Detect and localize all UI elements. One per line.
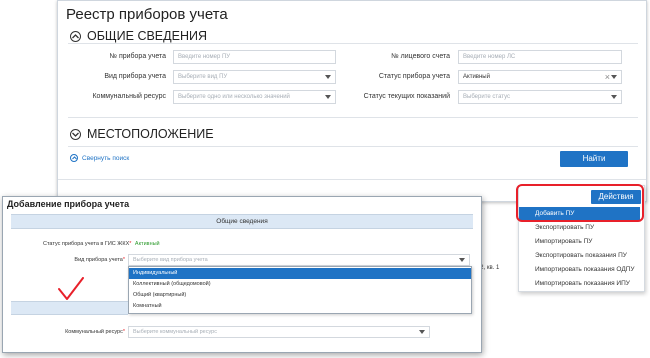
page-title: Реестр приборов учета — [66, 6, 228, 23]
account-input[interactable]: Введите номер ЛС — [458, 50, 622, 64]
type-dropdown: Индивидуальный Коллективный (общедомовой… — [128, 266, 472, 314]
chevron-down-icon — [325, 75, 331, 79]
required-marker: * — [129, 241, 132, 247]
meter-number-input[interactable]: Введите номер ПУ — [173, 50, 336, 64]
second-band — [11, 301, 128, 315]
status-value: Активный — [463, 74, 490, 80]
resource-placeholder: Выберите одно или несколько значений — [178, 94, 290, 100]
collapse-search-label: Свернуть поиск — [82, 154, 130, 162]
readings-status-placeholder: Выберите статус — [463, 94, 511, 100]
divider — [58, 179, 646, 180]
dialog-resource-placeholder: Выберите коммунальный ресурс — [133, 329, 217, 335]
chevron-down-icon — [325, 95, 331, 99]
chevron-up-icon — [70, 154, 78, 162]
check-mark-icon — [58, 277, 84, 300]
meter-registry-window: Реестр приборов учета ОБЩИЕ СВЕДЕНИЯ № п… — [57, 0, 647, 202]
dialog-resource-select[interactable]: Выберите коммунальный ресурс — [128, 326, 430, 338]
chevron-up-icon — [70, 30, 81, 42]
chevron-down-icon — [70, 128, 81, 140]
menu-item-export-readings[interactable]: Экспортировать показания ПУ — [519, 249, 640, 263]
meter-type-label: Вид прибора учета — [104, 73, 166, 80]
add-meter-dialog: Добавление прибора учета Общие сведения … — [2, 196, 482, 353]
general-info-band: Общие сведения — [11, 214, 473, 229]
status-select[interactable]: Активный × — [458, 70, 622, 84]
readings-status-label: Статус текущих показаний — [363, 93, 450, 100]
menu-item-import-meters[interactable]: Импортировать ПУ — [519, 235, 640, 249]
required-marker: * — [122, 329, 125, 335]
option-room[interactable]: Комнатный — [129, 301, 471, 312]
location-section-header[interactable]: МЕСТОПОЛОЖЕНИЕ — [70, 127, 214, 141]
meter-type-placeholder: Выберите вид ПУ — [178, 74, 228, 80]
general-section-header[interactable]: ОБЩИЕ СВЕДЕНИЯ — [70, 29, 207, 43]
dialog-type-select[interactable]: Выберите вид прибора учета — [128, 254, 470, 266]
highlight-box — [516, 184, 644, 222]
option-shared[interactable]: Общий (квартирный) — [129, 290, 471, 301]
dialog-type-label-text: Вид прибора учета — [74, 257, 123, 263]
divider — [68, 117, 638, 118]
dialog-title: Добавление прибора учета — [7, 199, 130, 209]
resource-label: Коммунальный ресурс — [92, 93, 166, 100]
chevron-down-icon — [459, 258, 465, 262]
option-individual[interactable]: Индивидуальный — [129, 268, 471, 279]
meter-type-select[interactable]: Выберите вид ПУ — [173, 70, 336, 84]
collapse-search-link[interactable]: Свернуть поиск — [70, 154, 129, 162]
chevron-down-icon — [611, 75, 617, 79]
resource-select[interactable]: Выберите одно или несколько значений — [173, 90, 336, 104]
dialog-resource-label: Коммунальный ресурс* — [33, 329, 125, 335]
meter-number-label: № прибора учета — [109, 53, 166, 60]
divider — [68, 146, 638, 147]
account-label: № лицевого счета — [391, 53, 450, 60]
divider — [68, 43, 638, 44]
menu-item-import-odpu-readings[interactable]: Импортировать показания ОДПУ — [519, 263, 640, 277]
required-marker: * — [122, 257, 125, 263]
option-collective[interactable]: Коллективный (общедомовой) — [129, 279, 471, 290]
menu-item-export-meters[interactable]: Экспортировать ПУ — [519, 221, 640, 235]
status-label: Статус прибора учета — [378, 73, 450, 80]
menu-item-import-ipu-readings[interactable]: Импортировать показания ИПУ — [519, 277, 640, 291]
chevron-down-icon — [611, 95, 617, 99]
dialog-type-placeholder: Выберите вид прибора учета — [133, 257, 208, 263]
dialog-resource-label-text: Коммунальный ресурс — [65, 329, 123, 335]
find-button[interactable]: Найти — [560, 151, 628, 167]
location-section-title: МЕСТОПОЛОЖЕНИЕ — [87, 127, 214, 141]
readings-status-select[interactable]: Выберите статус — [458, 90, 622, 104]
account-placeholder: Введите номер ЛС — [463, 54, 516, 60]
dialog-type-label: Вид прибора учета* — [33, 257, 125, 263]
dialog-status-value: Активный — [134, 241, 160, 247]
general-section-title: ОБЩИЕ СВЕДЕНИЯ — [87, 29, 207, 43]
dialog-status-label: Статус прибора учета в ГИС ЖКХ — [43, 241, 130, 247]
meter-number-placeholder: Введите номер ПУ — [178, 54, 231, 60]
dialog-status-row: Статус прибора учета в ГИС ЖКХ* Активный — [43, 241, 160, 247]
chevron-down-icon — [419, 330, 425, 334]
clear-icon[interactable]: × — [605, 72, 610, 83]
